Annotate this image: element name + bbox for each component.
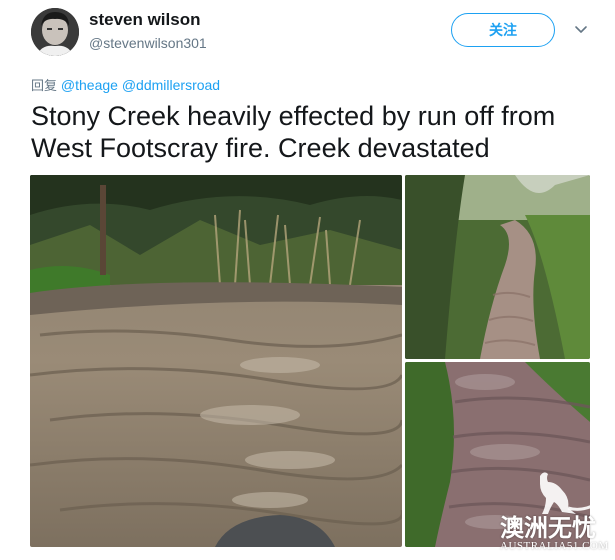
reply-context: 回复 @theage @ddmillersroad bbox=[31, 75, 220, 94]
follow-button[interactable]: 关注 bbox=[451, 13, 555, 47]
user-handle[interactable]: @stevenwilson301 bbox=[89, 35, 207, 51]
display-name[interactable]: steven wilson bbox=[89, 10, 200, 30]
watermark-url: AUSTRALIA51.COM bbox=[500, 540, 609, 552]
tweet-text: Stony Creek heavily effected by run off … bbox=[31, 101, 556, 163]
mention-link[interactable]: @ddmillersroad bbox=[122, 77, 220, 93]
reply-prefix: 回复 bbox=[31, 79, 58, 94]
photo-creek-wide[interactable] bbox=[30, 175, 402, 547]
avatar[interactable] bbox=[31, 8, 79, 56]
watermark: 澳洲无忧 AUSTRALIA51.COM bbox=[500, 468, 612, 556]
watermark-text: 澳洲无忧 bbox=[500, 514, 596, 542]
chevron-down-icon[interactable] bbox=[573, 22, 589, 38]
photo-creek-upstream[interactable] bbox=[405, 175, 590, 359]
mention-link[interactable]: @theage bbox=[61, 77, 118, 93]
